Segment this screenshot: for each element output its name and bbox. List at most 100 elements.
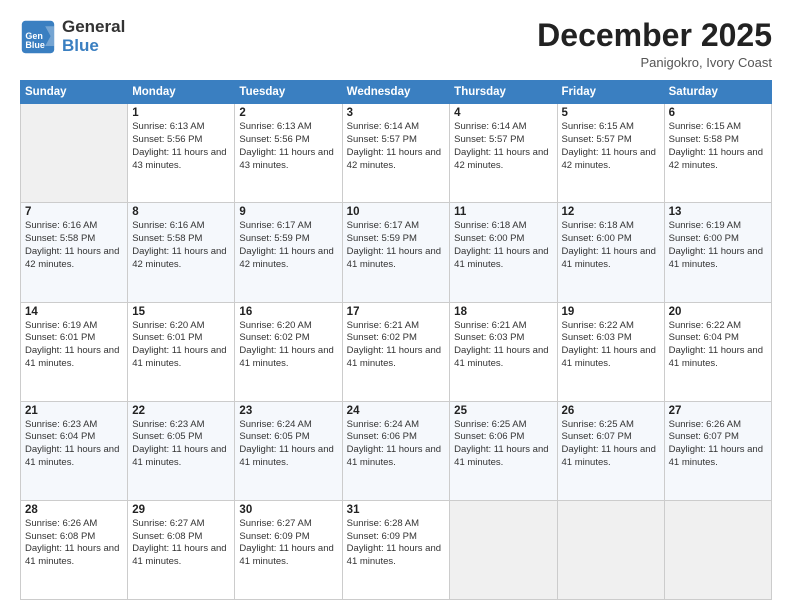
day-number: 13 xyxy=(669,206,767,218)
table-row: 30 Sunrise: 6:27 AMSunset: 6:09 PMDayligh… xyxy=(235,500,342,599)
day-number: 28 xyxy=(25,504,123,516)
day-info: Sunrise: 6:28 AMSunset: 6:09 PMDaylight:… xyxy=(347,518,446,569)
table-row: 17 Sunrise: 6:21 AMSunset: 6:02 PMDayligh… xyxy=(342,302,450,401)
day-number: 20 xyxy=(669,306,767,318)
day-info: Sunrise: 6:21 AMSunset: 6:02 PMDaylight:… xyxy=(347,320,446,371)
day-info: Sunrise: 6:19 AMSunset: 6:01 PMDaylight:… xyxy=(25,320,123,371)
table-row: 16Sunrise: 6:20 AMSunset: 6:02 PMDayligh… xyxy=(235,302,342,401)
table-row: 4 Sunrise: 6:14 AMSunset: 5:57 PMDaylight… xyxy=(450,104,557,203)
table-row: 29 Sunrise: 6:27 AMSunset: 6:08 PMDayligh… xyxy=(128,500,235,599)
month-title: December 2025 xyxy=(537,18,772,53)
day-info: Sunrise: 6:23 AMSunset: 6:04 PMDaylight:… xyxy=(25,419,123,470)
day-number: 2 xyxy=(239,107,337,119)
table-row: 23Sunrise: 6:24 AMSunset: 6:05 PMDayligh… xyxy=(235,401,342,500)
day-info: Sunrise: 6:25 AMSunset: 6:07 PMDaylight:… xyxy=(562,419,660,470)
day-number: 11 xyxy=(454,206,552,218)
day-number: 25 xyxy=(454,405,552,417)
day-info: Sunrise: 6:20 AMSunset: 6:02 PMDaylight:… xyxy=(239,320,337,371)
day-number: 30 xyxy=(239,504,337,516)
day-info: Sunrise: 6:26 AMSunset: 6:08 PMDaylight:… xyxy=(25,518,123,569)
day-info: Sunrise: 6:15 AMSunset: 5:57 PMDaylight:… xyxy=(562,121,660,172)
day-info: Sunrise: 6:24 AMSunset: 6:05 PMDaylight:… xyxy=(239,419,337,470)
day-number: 8 xyxy=(132,206,230,218)
day-info: Sunrise: 6:21 AMSunset: 6:03 PMDaylight:… xyxy=(454,320,552,371)
day-info: Sunrise: 6:18 AMSunset: 6:00 PMDaylight:… xyxy=(562,220,660,271)
logo: Gen Blue General Blue xyxy=(20,18,125,55)
day-info: Sunrise: 6:14 AMSunset: 5:57 PMDaylight:… xyxy=(454,121,552,172)
table-row: 2 Sunrise: 6:13 AMSunset: 5:56 PMDaylight… xyxy=(235,104,342,203)
col-tuesday: Tuesday xyxy=(235,81,342,104)
day-info: Sunrise: 6:18 AMSunset: 6:00 PMDaylight:… xyxy=(454,220,552,271)
logo-general: General xyxy=(62,18,125,37)
col-thursday: Thursday xyxy=(450,81,557,104)
table-row: 1Sunrise: 6:13 AMSunset: 5:56 PMDaylight… xyxy=(128,104,235,203)
table-row: 18 Sunrise: 6:21 AMSunset: 6:03 PMDayligh… xyxy=(450,302,557,401)
table-row: 11 Sunrise: 6:18 AMSunset: 6:00 PMDayligh… xyxy=(450,203,557,302)
header: Gen Blue General Blue December 2025 Pani… xyxy=(20,18,772,70)
day-number: 19 xyxy=(562,306,660,318)
col-sunday: Sunday xyxy=(21,81,128,104)
table-row: 14 Sunrise: 6:19 AMSunset: 6:01 PMDayligh… xyxy=(21,302,128,401)
svg-text:Blue: Blue xyxy=(25,39,45,49)
table-row xyxy=(557,500,664,599)
day-info: Sunrise: 6:24 AMSunset: 6:06 PMDaylight:… xyxy=(347,419,446,470)
title-block: December 2025 Panigokro, Ivory Coast xyxy=(537,18,772,70)
table-row: 22Sunrise: 6:23 AMSunset: 6:05 PMDayligh… xyxy=(128,401,235,500)
day-number: 31 xyxy=(347,504,446,516)
day-info: Sunrise: 6:19 AMSunset: 6:00 PMDaylight:… xyxy=(669,220,767,271)
day-number: 10 xyxy=(347,206,446,218)
day-info: Sunrise: 6:27 AMSunset: 6:09 PMDaylight:… xyxy=(239,518,337,569)
table-row: 6Sunrise: 6:15 AMSunset: 5:58 PMDaylight… xyxy=(664,104,771,203)
day-number: 26 xyxy=(562,405,660,417)
day-number: 18 xyxy=(454,306,552,318)
table-row: 8 Sunrise: 6:16 AMSunset: 5:58 PMDaylight… xyxy=(128,203,235,302)
calendar-row: 21 Sunrise: 6:23 AMSunset: 6:04 PMDayligh… xyxy=(21,401,772,500)
table-row: 31 Sunrise: 6:28 AMSunset: 6:09 PMDayligh… xyxy=(342,500,450,599)
table-row: 13 Sunrise: 6:19 AMSunset: 6:00 PMDayligh… xyxy=(664,203,771,302)
table-row xyxy=(664,500,771,599)
day-info: Sunrise: 6:13 AMSunset: 5:56 PMDaylight:… xyxy=(132,121,230,172)
table-row: 28 Sunrise: 6:26 AMSunset: 6:08 PMDayligh… xyxy=(21,500,128,599)
table-row: 26 Sunrise: 6:25 AMSunset: 6:07 PMDayligh… xyxy=(557,401,664,500)
day-number: 21 xyxy=(25,405,123,417)
col-saturday: Saturday xyxy=(664,81,771,104)
table-row: 27Sunrise: 6:26 AMSunset: 6:07 PMDayligh… xyxy=(664,401,771,500)
day-info: Sunrise: 6:25 AMSunset: 6:06 PMDaylight:… xyxy=(454,419,552,470)
day-number: 29 xyxy=(132,504,230,516)
day-info: Sunrise: 6:15 AMSunset: 5:58 PMDaylight:… xyxy=(669,121,767,172)
table-row: 10Sunrise: 6:17 AMSunset: 5:59 PMDayligh… xyxy=(342,203,450,302)
table-row: 3 Sunrise: 6:14 AMSunset: 5:57 PMDaylight… xyxy=(342,104,450,203)
col-friday: Friday xyxy=(557,81,664,104)
day-info: Sunrise: 6:13 AMSunset: 5:56 PMDaylight:… xyxy=(239,121,337,172)
table-row xyxy=(21,104,128,203)
table-row: 12 Sunrise: 6:18 AMSunset: 6:00 PMDayligh… xyxy=(557,203,664,302)
col-monday: Monday xyxy=(128,81,235,104)
day-number: 5 xyxy=(562,107,660,119)
day-number: 17 xyxy=(347,306,446,318)
calendar: Sunday Monday Tuesday Wednesday Thursday… xyxy=(20,80,772,600)
day-number: 4 xyxy=(454,107,552,119)
day-number: 9 xyxy=(239,206,337,218)
table-row: 21 Sunrise: 6:23 AMSunset: 6:04 PMDayligh… xyxy=(21,401,128,500)
table-row: 24Sunrise: 6:24 AMSunset: 6:06 PMDayligh… xyxy=(342,401,450,500)
page: Gen Blue General Blue December 2025 Pani… xyxy=(0,0,792,612)
calendar-header-row: Sunday Monday Tuesday Wednesday Thursday… xyxy=(21,81,772,104)
day-info: Sunrise: 6:20 AMSunset: 6:01 PMDaylight:… xyxy=(132,320,230,371)
day-info: Sunrise: 6:22 AMSunset: 6:04 PMDaylight:… xyxy=(669,320,767,371)
table-row: 9 Sunrise: 6:17 AMSunset: 5:59 PMDaylight… xyxy=(235,203,342,302)
table-row: 25 Sunrise: 6:25 AMSunset: 6:06 PMDayligh… xyxy=(450,401,557,500)
calendar-row: 28 Sunrise: 6:26 AMSunset: 6:08 PMDayligh… xyxy=(21,500,772,599)
day-info: Sunrise: 6:14 AMSunset: 5:57 PMDaylight:… xyxy=(347,121,446,172)
day-number: 14 xyxy=(25,306,123,318)
logo-blue: Blue xyxy=(62,37,125,56)
table-row: 19Sunrise: 6:22 AMSunset: 6:03 PMDayligh… xyxy=(557,302,664,401)
logo-icon: Gen Blue xyxy=(20,19,56,55)
day-number: 3 xyxy=(347,107,446,119)
day-info: Sunrise: 6:27 AMSunset: 6:08 PMDaylight:… xyxy=(132,518,230,569)
calendar-row: 14 Sunrise: 6:19 AMSunset: 6:01 PMDayligh… xyxy=(21,302,772,401)
day-number: 15 xyxy=(132,306,230,318)
day-number: 12 xyxy=(562,206,660,218)
day-info: Sunrise: 6:17 AMSunset: 5:59 PMDaylight:… xyxy=(239,220,337,271)
subtitle: Panigokro, Ivory Coast xyxy=(537,55,772,70)
day-info: Sunrise: 6:16 AMSunset: 5:58 PMDaylight:… xyxy=(132,220,230,271)
